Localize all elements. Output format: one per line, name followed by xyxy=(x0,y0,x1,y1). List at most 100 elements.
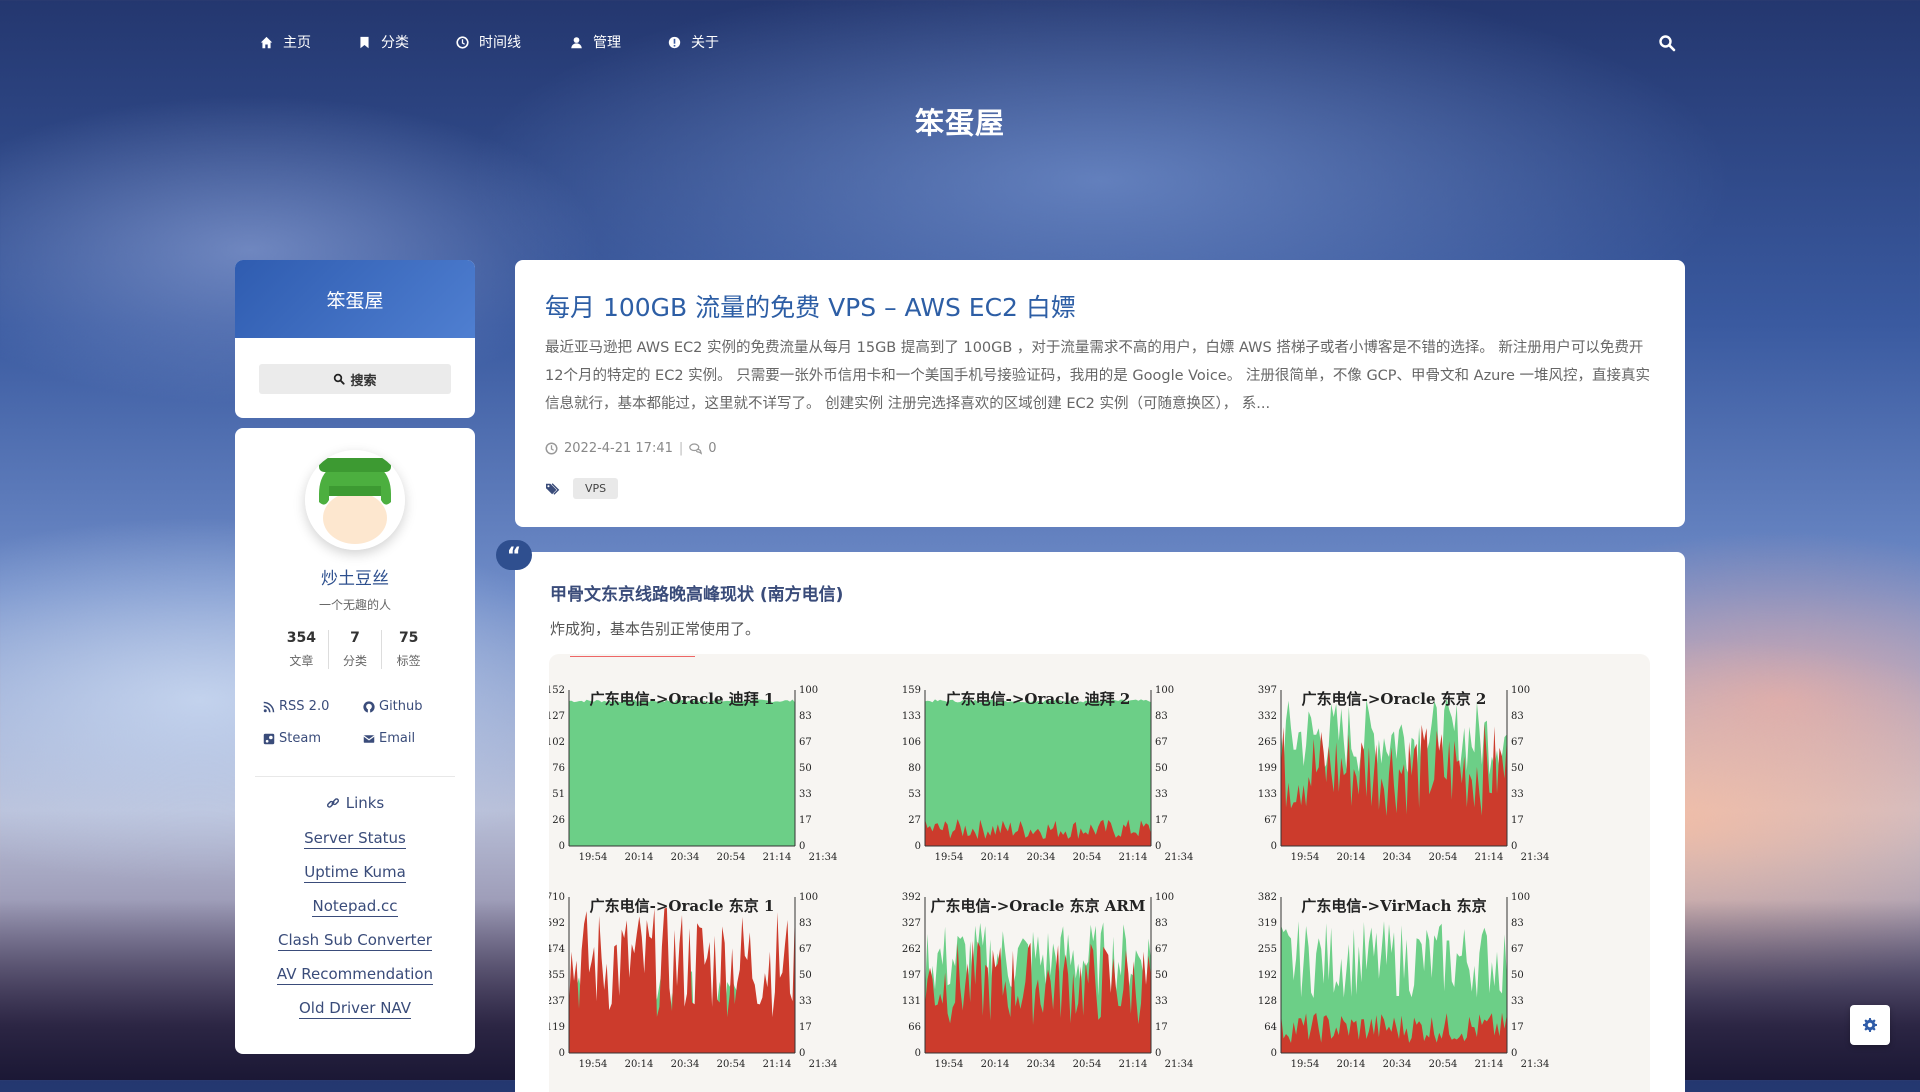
steam-icon xyxy=(263,733,275,744)
x-tick: 21:14 xyxy=(1475,852,1504,863)
link-notepad[interactable]: Notepad.cc xyxy=(235,897,475,917)
y-tick-left: 0 xyxy=(1271,1048,1277,1059)
social-github[interactable]: Github xyxy=(363,699,463,714)
stat-posts[interactable]: 354 文章 xyxy=(275,630,329,669)
y-tick-right: 67 xyxy=(1155,944,1168,955)
site-title[interactable]: 笨蛋屋 xyxy=(0,100,1920,142)
y-tick-left: 159 xyxy=(902,685,921,696)
settings-button[interactable] xyxy=(1850,1005,1890,1045)
nav-about[interactable]: 关于 xyxy=(668,32,719,52)
x-tick: 20:34 xyxy=(1383,1059,1412,1070)
chart-3: 397 332 265 199 133 67 0 100 83 67 50 33 17 0 19:54 20:… xyxy=(1258,685,1550,863)
y-tick-left: 262 xyxy=(902,944,921,955)
y-tick-left: 0 xyxy=(559,841,565,852)
social-steam[interactable]: Steam xyxy=(263,731,363,746)
link-label[interactable]: AV Recommendation xyxy=(276,965,434,985)
post-comment-count[interactable]: 0 xyxy=(708,441,716,456)
y-tick-right: 67 xyxy=(799,944,812,955)
x-tick: 21:34 xyxy=(1521,1059,1550,1070)
y-tick-left: 133 xyxy=(1258,789,1277,800)
link-label[interactable]: Old Driver NAV xyxy=(299,999,411,1019)
y-tick-right: 67 xyxy=(1511,737,1524,748)
y-tick-right: 50 xyxy=(1511,763,1524,774)
link-uptime-kuma[interactable]: Uptime Kuma xyxy=(235,863,475,883)
social-email[interactable]: Email xyxy=(363,731,463,746)
nav-categories[interactable]: 分类 xyxy=(358,32,409,52)
y-tick-right: 33 xyxy=(1511,789,1524,800)
profile-bio: 一个无趣的人 xyxy=(318,598,391,612)
y-tick-right: 17 xyxy=(1511,1022,1524,1033)
social-steam-label: Steam xyxy=(279,731,321,746)
avatar-image xyxy=(305,450,405,550)
avatar[interactable] xyxy=(305,450,405,550)
search-icon[interactable] xyxy=(1658,34,1676,52)
profile-name[interactable]: 炒土豆丝 xyxy=(235,564,475,589)
y-tick-right: 50 xyxy=(799,970,812,981)
y-tick-left: 64 xyxy=(1264,1022,1277,1033)
x-tick: 20:54 xyxy=(1073,852,1102,863)
link-label[interactable]: Clash Sub Converter xyxy=(278,931,432,951)
y-tick-left: 265 xyxy=(1258,737,1277,748)
x-tick: 19:54 xyxy=(935,852,964,863)
y-tick-left: 382 xyxy=(1258,892,1277,903)
y-tick-left: 319 xyxy=(1258,918,1277,929)
clock-icon xyxy=(545,442,558,455)
stat-categories[interactable]: 7 分类 xyxy=(329,630,383,669)
charts-svg: 152 127 102 76 51 26 0 100 83 67 50 33 17 0 19:54 20:14… xyxy=(546,685,1550,1070)
chart-title: 广东电信->Oracle 东京 2 xyxy=(1302,690,1487,708)
link-label[interactable]: Server Status xyxy=(304,829,406,849)
nav-categories-label: 分类 xyxy=(381,35,409,51)
link-server-status[interactable]: Server Status xyxy=(235,829,475,849)
stat-tags-num: 75 xyxy=(398,630,419,646)
post-excerpt: 最近亚马逊把 AWS EC2 实例的免费流量从每月 15GB 提高到了 100G… xyxy=(545,340,1651,412)
nav-timeline[interactable]: 时间线 xyxy=(456,32,521,52)
y-tick-right: 100 xyxy=(1155,892,1174,903)
link-old-driver-nav[interactable]: Old Driver NAV xyxy=(235,999,475,1019)
x-tick: 21:14 xyxy=(763,852,792,863)
x-tick: 20:54 xyxy=(1073,1059,1102,1070)
y-tick-right: 67 xyxy=(1511,944,1524,955)
x-tick: 20:54 xyxy=(717,1059,746,1070)
x-tick: 20:54 xyxy=(717,852,746,863)
chart-6: 382 319 255 192 128 64 0 100 83 67 50 33 17 0 19:54 20:… xyxy=(1258,892,1550,1070)
link-label[interactable]: Uptime Kuma xyxy=(304,863,406,883)
post2-title[interactable]: 甲骨文东京线路晚高峰现状 (南方电信) xyxy=(550,580,843,605)
y-tick-right: 83 xyxy=(799,711,812,722)
post-title[interactable]: 每月 100GB 流量的免费 VPS – AWS EC2 白嫖 xyxy=(545,288,1076,324)
y-tick-right: 17 xyxy=(1155,815,1168,826)
link-clash-sub-converter[interactable]: Clash Sub Converter xyxy=(235,931,475,951)
y-tick-left: 67 xyxy=(1264,815,1277,826)
y-tick-left: 327 xyxy=(902,918,921,929)
tag-vps[interactable]: VPS xyxy=(573,478,619,499)
y-tick-left: 332 xyxy=(1258,711,1277,722)
y-tick-right: 0 xyxy=(799,1048,805,1059)
y-tick-right: 0 xyxy=(1155,1048,1161,1059)
social-rss[interactable]: RSS 2.0 xyxy=(263,699,363,714)
x-tick: 19:54 xyxy=(1291,852,1320,863)
chart-1: 152 127 102 76 51 26 0 100 83 67 50 33 17 0 19:54 20:14… xyxy=(546,685,838,863)
stat-categories-num: 7 xyxy=(350,630,360,646)
link-av-recommendation[interactable]: AV Recommendation xyxy=(235,965,475,985)
comments-icon xyxy=(689,443,703,455)
social-email-label: Email xyxy=(379,731,416,746)
y-tick-left: 0 xyxy=(915,841,921,852)
stat-tags[interactable]: 75 标签 xyxy=(382,630,435,669)
y-tick-right: 83 xyxy=(1155,918,1168,929)
y-tick-right: 100 xyxy=(1511,685,1530,696)
y-tick-left: 592 xyxy=(549,918,565,929)
social-row-2: Steam Email xyxy=(263,731,463,746)
nav-admin[interactable]: 管理 xyxy=(570,32,621,52)
nav-timeline-label: 时间线 xyxy=(479,35,521,51)
y-tick-left: 255 xyxy=(1258,944,1277,955)
nav-about-label: 关于 xyxy=(691,35,719,51)
y-tick-left: 0 xyxy=(559,1048,565,1059)
x-tick: 21:14 xyxy=(1119,1059,1148,1070)
link-label[interactable]: Notepad.cc xyxy=(312,897,398,917)
y-tick-right: 33 xyxy=(1155,789,1168,800)
x-tick: 21:34 xyxy=(809,1059,838,1070)
nav-home[interactable]: 主页 xyxy=(260,32,311,52)
sidebar-search-button[interactable]: 搜索 xyxy=(259,364,451,394)
x-tick: 20:14 xyxy=(1337,1059,1366,1070)
x-tick: 19:54 xyxy=(579,1059,608,1070)
nav-home-label: 主页 xyxy=(283,35,311,51)
